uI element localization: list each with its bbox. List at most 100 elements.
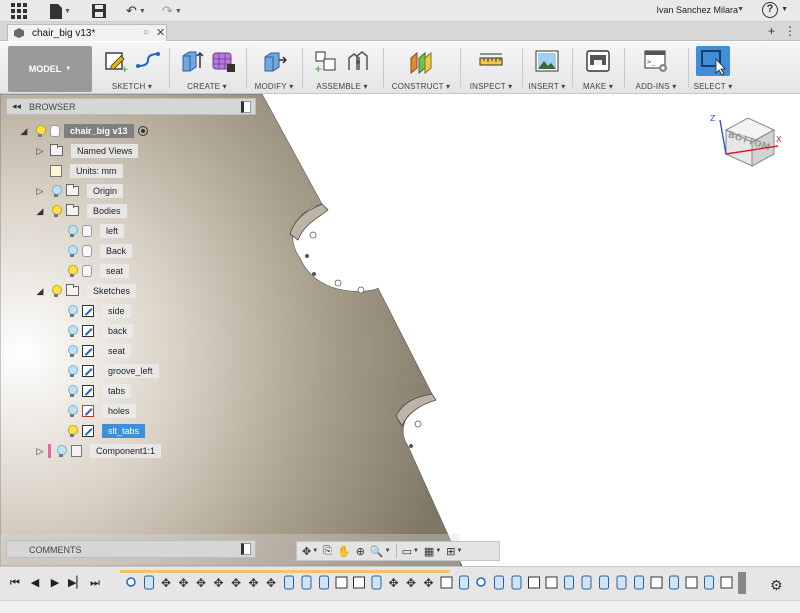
step-back-icon[interactable]: ◀ [28,576,42,590]
timeline-extrude-icon[interactable] [371,575,382,590]
play-icon[interactable]: ▶ [48,576,62,590]
file-menu-icon[interactable]: ▼ [50,2,71,20]
tree-node-sketch-back[interactable]: back [66,323,134,339]
collapse-triangle-icon[interactable]: ◢ [34,286,46,297]
visibility-bulb-icon[interactable] [55,444,67,458]
timeline-sketch-icon[interactable] [440,576,453,589]
collapse-triangle-icon[interactable]: ◢ [34,206,46,217]
comments-panel[interactable]: COMMENTS [6,540,256,558]
redo-icon[interactable]: ↷ ▼ [162,2,182,20]
collapse-triangle-icon[interactable]: ◢ [18,126,30,137]
chevron-down-icon[interactable]: ▼ [781,6,788,13]
tree-node-sketch-slt-tabs[interactable]: slt_tabs [66,423,146,439]
timeline-sketch-icon[interactable] [650,576,663,589]
visibility-bulb-icon[interactable] [66,304,78,318]
tree-node-origin[interactable]: ▷ Origin [34,183,124,199]
timeline-sketch-icon[interactable] [353,576,365,589]
toolbar-group-add-ins[interactable]: >_ ADD-INS ▾ [626,46,686,92]
timeline-extrude-icon[interactable] [669,575,679,590]
timeline-move-icon[interactable]: ✥ [249,576,259,590]
timeline-sketch-icon[interactable] [528,576,540,589]
visibility-bulb-icon[interactable] [50,184,62,198]
go-to-start-icon[interactable]: ⏮ [8,576,22,590]
visibility-bulb-icon[interactable] [50,204,62,218]
toolbar-group-select[interactable]: SELECT ▾ [690,46,736,92]
timeline-move-icon[interactable]: ✥ [266,576,276,590]
view-cube[interactable]: BOTTOM X Z [706,112,786,172]
tree-node-body-seat[interactable]: seat [66,263,130,279]
toolbar-group-assemble[interactable]: + ASSEMBLE ▾ [304,46,380,92]
timeline-sketch-icon[interactable] [685,576,698,589]
browser-header[interactable]: ◂◂ BROWSER [6,98,256,115]
tree-node-units[interactable]: Units: mm [46,163,123,179]
toolbar-group-make[interactable]: MAKE ▾ [574,46,622,92]
tree-node-named-views[interactable]: ▷ Named Views [34,143,139,159]
timeline-move-icon[interactable]: ✥ [196,576,206,590]
timeline-sketch-icon[interactable] [335,576,348,589]
toolbar-group-construct[interactable]: CONSTRUCT ▾ [385,46,457,92]
visibility-bulb-icon[interactable] [66,224,78,238]
add-tab-icon[interactable]: + [768,24,775,38]
tree-node-body-left[interactable]: left [66,223,125,239]
grid-settings-icon[interactable]: ▦ ▼ [422,543,443,559]
toolbar-group-modify[interactable]: MODIFY ▾ [248,46,300,92]
timeline-move-icon[interactable]: ✥ [161,576,171,590]
pin-icon[interactable] [241,101,251,113]
timeline-extrude-icon[interactable] [511,575,522,590]
timeline-extrude-icon[interactable] [284,575,294,590]
visibility-bulb-icon[interactable] [66,344,78,358]
timeline-extrude-icon[interactable] [459,575,469,590]
toolbar-group-insert[interactable]: INSERT ▾ [524,46,570,92]
tree-node-sketch-seat[interactable]: seat [66,343,132,359]
visibility-bulb-icon[interactable] [66,404,78,418]
zoom-icon[interactable]: ⊕ [354,543,367,559]
timeline-extrude-icon[interactable] [564,575,574,590]
visibility-bulb-icon[interactable] [66,244,78,258]
offset-plane-icon[interactable] [408,48,434,75]
timeline-extrude-icon[interactable] [704,575,714,590]
timeline-joint-icon[interactable] [126,577,136,587]
collapse-icon[interactable]: ◂◂ [12,101,21,112]
timeline-extrude-icon[interactable] [599,575,609,590]
visibility-bulb-icon[interactable] [50,284,62,298]
timeline-track[interactable]: ✥ ✥ ✥ ✥ ✥ ✥ ✥ ✥ ✥ ✥ [120,570,750,596]
step-forward-icon[interactable]: ▶▏ [68,576,85,590]
tree-node-sketch-tabs[interactable]: tabs [66,383,132,399]
tree-node-sketch-groove-left[interactable]: groove_left [66,363,159,379]
timeline-sketch-icon[interactable] [720,576,733,589]
expand-triangle-icon[interactable]: ▷ [34,186,46,197]
joint-icon[interactable] [345,48,371,74]
tree-node-bodies[interactable]: ◢ Bodies [34,203,127,219]
tree-node-sketch-holes[interactable]: holes [66,403,136,419]
more-icon[interactable]: ⋮ [784,24,796,38]
workspace-switcher-button[interactable]: MODEL ▼ [8,46,92,92]
tree-node-component[interactable]: ▷ Component1:1 [34,443,162,459]
expand-triangle-icon[interactable]: ▷ [34,446,46,457]
timeline-extrude-icon[interactable] [144,575,154,590]
visibility-bulb-icon[interactable] [66,384,78,398]
timeline-extrude-icon[interactable] [494,575,504,590]
timeline-extrude-icon[interactable] [319,575,329,590]
timeline-move-icon[interactable]: ✥ [406,576,416,590]
scripts-icon[interactable]: >_ [643,48,669,74]
3d-print-icon[interactable] [585,48,611,74]
fit-icon[interactable]: 🔍 ▼ [368,543,393,559]
timeline-marker[interactable] [738,572,746,594]
select-icon[interactable] [696,46,730,76]
tree-node-sketch-side[interactable]: side [66,303,131,319]
visibility-bulb-icon[interactable] [66,324,78,338]
create-sketch-icon[interactable]: + [103,48,129,75]
close-icon[interactable]: ✕ [156,26,165,39]
activate-radio-icon[interactable] [137,126,148,136]
form-icon[interactable] [210,48,236,74]
orbit-icon[interactable]: ✥ ▼ [300,543,320,559]
visibility-bulb-icon[interactable] [66,364,78,378]
timeline-move-icon[interactable]: ✥ [179,576,189,590]
timeline-extrude-icon[interactable] [301,575,312,590]
app-grid-icon[interactable] [11,2,27,20]
timeline-extrude-icon[interactable] [581,575,592,590]
tree-node-body-back[interactable]: Back [66,243,133,259]
toolbar-group-create[interactable]: CREATE ▾ [172,46,242,92]
timeline-extrude-icon[interactable] [616,575,627,590]
visibility-bulb-icon[interactable] [66,264,78,278]
